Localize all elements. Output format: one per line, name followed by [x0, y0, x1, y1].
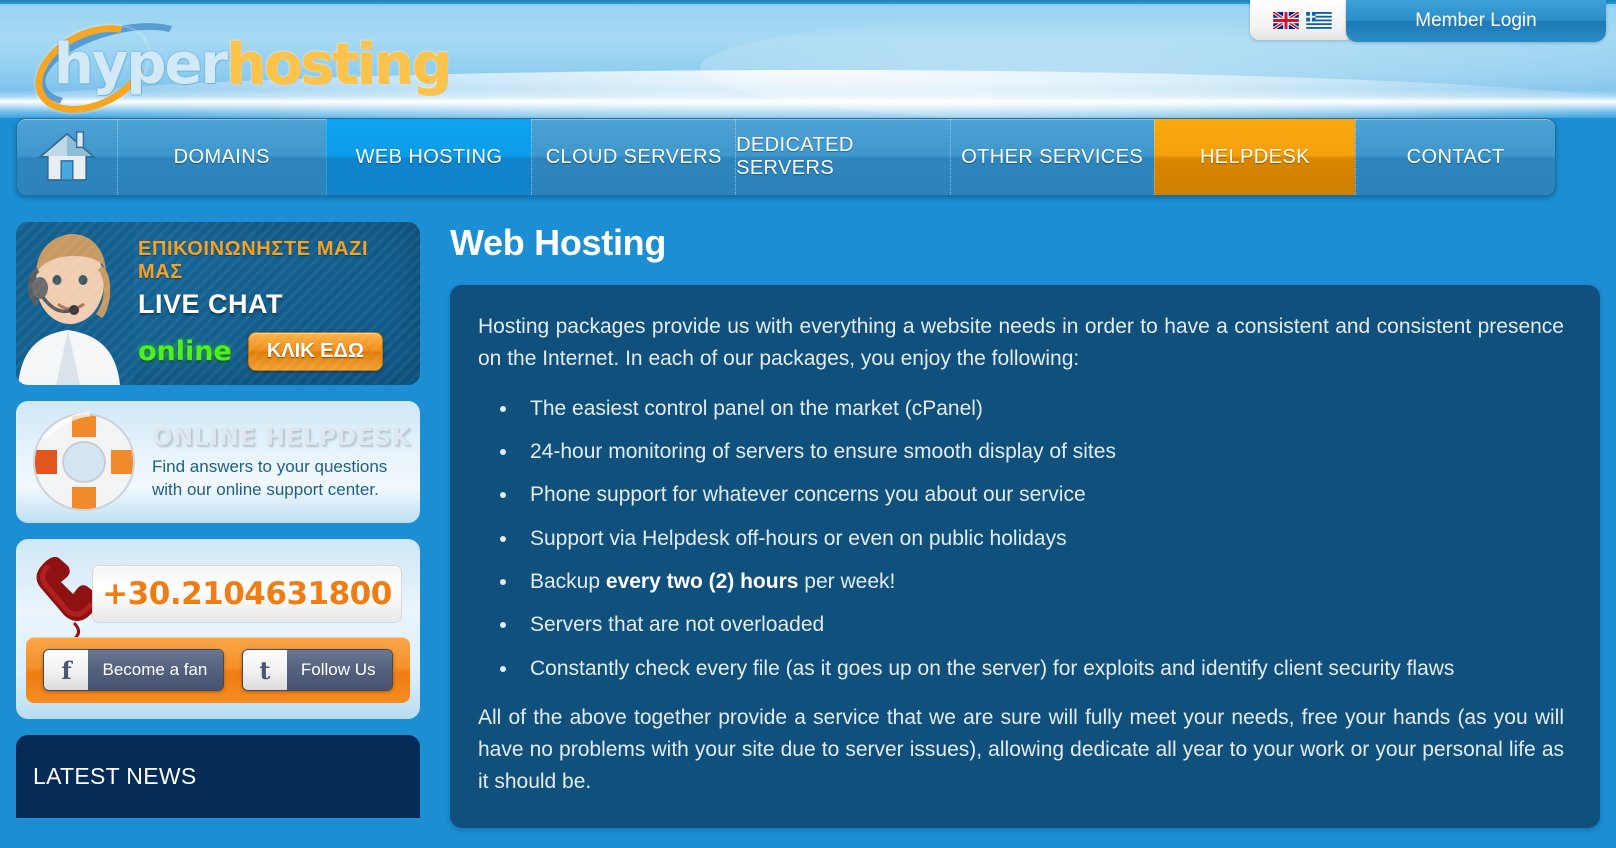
twitter-label: Follow Us: [286, 650, 392, 690]
list-item-text: Constantly check every file (as it goes …: [530, 656, 1455, 680]
list-item: Support via Helpdesk off-hours or even o…: [468, 525, 1568, 552]
nav-item-home[interactable]: [17, 119, 117, 195]
list-item-text-pre: Backup: [530, 570, 606, 593]
live-chat-title: LIVE CHAT: [138, 289, 283, 319]
list-item: Phone support for whatever concerns you …: [468, 481, 1568, 508]
live-chat-banner[interactable]: ΕΠΙΚΟΙΝΩΝΗΣΤΕ ΜΑΖΙ ΜΑΣ LIVE CHAT online …: [16, 222, 420, 385]
nav-label: DOMAINS: [173, 145, 270, 168]
logo-text-hyper: hyper: [54, 32, 228, 97]
list-item: Servers that are not overloaded: [468, 611, 1568, 638]
latest-news-panel: LATEST NEWS: [16, 735, 420, 818]
social-buttons-bar: f Become a fan t Follow Us: [26, 637, 410, 703]
page-title: Web Hosting: [450, 222, 667, 263]
facebook-icon: f: [44, 650, 89, 690]
lifebuoy-icon: [33, 411, 135, 511]
nav-label: WEB HOSTING: [355, 145, 503, 168]
nav-item-dedicated-servers[interactable]: DEDICATED SERVERS: [735, 119, 950, 195]
language-switcher[interactable]: [1250, 0, 1354, 40]
main-content: Web Hosting Hosting packages provide us …: [450, 222, 1600, 828]
live-chat-headline: ΕΠΙΚΟΙΝΩΝΗΣΤΕ ΜΑΖΙ ΜΑΣ: [138, 238, 369, 283]
list-item-text: Servers that are not overloaded: [530, 613, 825, 637]
list-item-text-post: per week!: [798, 570, 896, 593]
nav-item-web-hosting[interactable]: WEB HOSTING: [325, 119, 532, 195]
nav-item-helpdesk[interactable]: HELPDESK: [1153, 119, 1356, 195]
phone-and-social-box: +30.2104631800 f Become a fan t Follow U…: [16, 539, 420, 719]
support-agent-photo: [16, 222, 134, 385]
facebook-label: Become a fan: [88, 650, 224, 690]
live-chat-status: online: [138, 336, 232, 367]
list-item: Constantly check every file (as it goes …: [468, 655, 1568, 682]
nav-item-contact[interactable]: CONTACT: [1355, 119, 1555, 195]
list-item-text: Support via Helpdesk off-hours or even o…: [530, 526, 1067, 550]
logo-text-hosting: hosting: [226, 32, 452, 97]
outro-paragraph: All of the above together provide a serv…: [478, 705, 1564, 793]
nav-label: CONTACT: [1406, 145, 1505, 168]
logo-text: hyperhosting: [54, 32, 452, 97]
helpdesk-text: ONLINE HELPDESK Find answers to your que…: [152, 423, 420, 502]
live-chat-text: ΕΠΙΚΟΙΝΩΝΗΣΤΕ ΜΑΖΙ ΜΑΣ LIVE CHAT online …: [138, 238, 412, 371]
intro-paragraph: Hosting packages provide us with everyth…: [478, 315, 1564, 370]
list-item-text: The easiest control panel on the market …: [530, 396, 983, 420]
nav-item-domains[interactable]: DOMAINS: [116, 119, 326, 195]
phone-number: +30.2104631800: [102, 576, 392, 612]
nav-label: HELPDESK: [1199, 145, 1310, 168]
nav-label: OTHER SERVICES: [961, 145, 1144, 168]
member-login-label: Member Login: [1415, 10, 1537, 31]
nav-item-other-services[interactable]: OTHER SERVICES: [949, 119, 1154, 195]
list-item-text: 24-hour monitoring of servers to ensure …: [530, 440, 1116, 464]
uk-flag-icon[interactable]: [1272, 11, 1299, 29]
twitter-icon: t: [242, 650, 287, 690]
page-root: hyperhosting Member Login DOMAINS WEB HO…: [0, 0, 1616, 848]
content-panel: Hosting packages provide us with everyth…: [450, 285, 1600, 828]
nav-item-cloud-servers[interactable]: CLOUD SERVERS: [531, 119, 735, 195]
latest-news-title: LATEST NEWS: [33, 763, 197, 789]
list-item: 24-hour monitoring of servers to ensure …: [468, 438, 1568, 465]
sidebar: ΕΠΙΚΟΙΝΩΝΗΣΤΕ ΜΑΖΙ ΜΑΣ LIVE CHAT online …: [16, 222, 420, 818]
online-helpdesk-box[interactable]: ONLINE HELPDESK Find answers to your que…: [16, 401, 420, 523]
member-login-button[interactable]: Member Login: [1346, 0, 1606, 42]
live-chat-button[interactable]: ΚΛΙΚ ΕΔΩ: [247, 332, 383, 371]
list-item: The easiest control panel on the market …: [468, 395, 1568, 422]
list-item-text: Phone support for whatever concerns you …: [530, 483, 1086, 507]
phone-number-plate: +30.2104631800: [92, 565, 402, 623]
main-navigation: DOMAINS WEB HOSTING CLOUD SERVERS DEDICA…: [16, 118, 1556, 196]
site-header: hyperhosting Member Login: [0, 0, 1616, 118]
list-item-text-bold: every two (2) hours: [605, 570, 799, 593]
nav-label: DEDICATED SERVERS: [736, 134, 854, 179]
helpdesk-title: ONLINE HELPDESK: [152, 422, 411, 451]
home-icon: [37, 131, 97, 182]
twitter-follow-us-button[interactable]: t Follow Us: [241, 649, 393, 691]
greece-flag-icon[interactable]: [1305, 11, 1332, 29]
facebook-become-a-fan-button[interactable]: f Become a fan: [43, 649, 225, 691]
list-item: Backup every two (2) hours per week!: [468, 568, 1568, 595]
site-logo[interactable]: hyperhosting: [20, 7, 456, 118]
nav-label: CLOUD SERVERS: [545, 145, 722, 168]
helpdesk-description: Find answers to your questions with our …: [152, 456, 388, 499]
feature-list: The easiest control panel on the market …: [468, 395, 1568, 682]
live-chat-action-row: online ΚΛΙΚ ΕΔΩ: [138, 332, 412, 371]
